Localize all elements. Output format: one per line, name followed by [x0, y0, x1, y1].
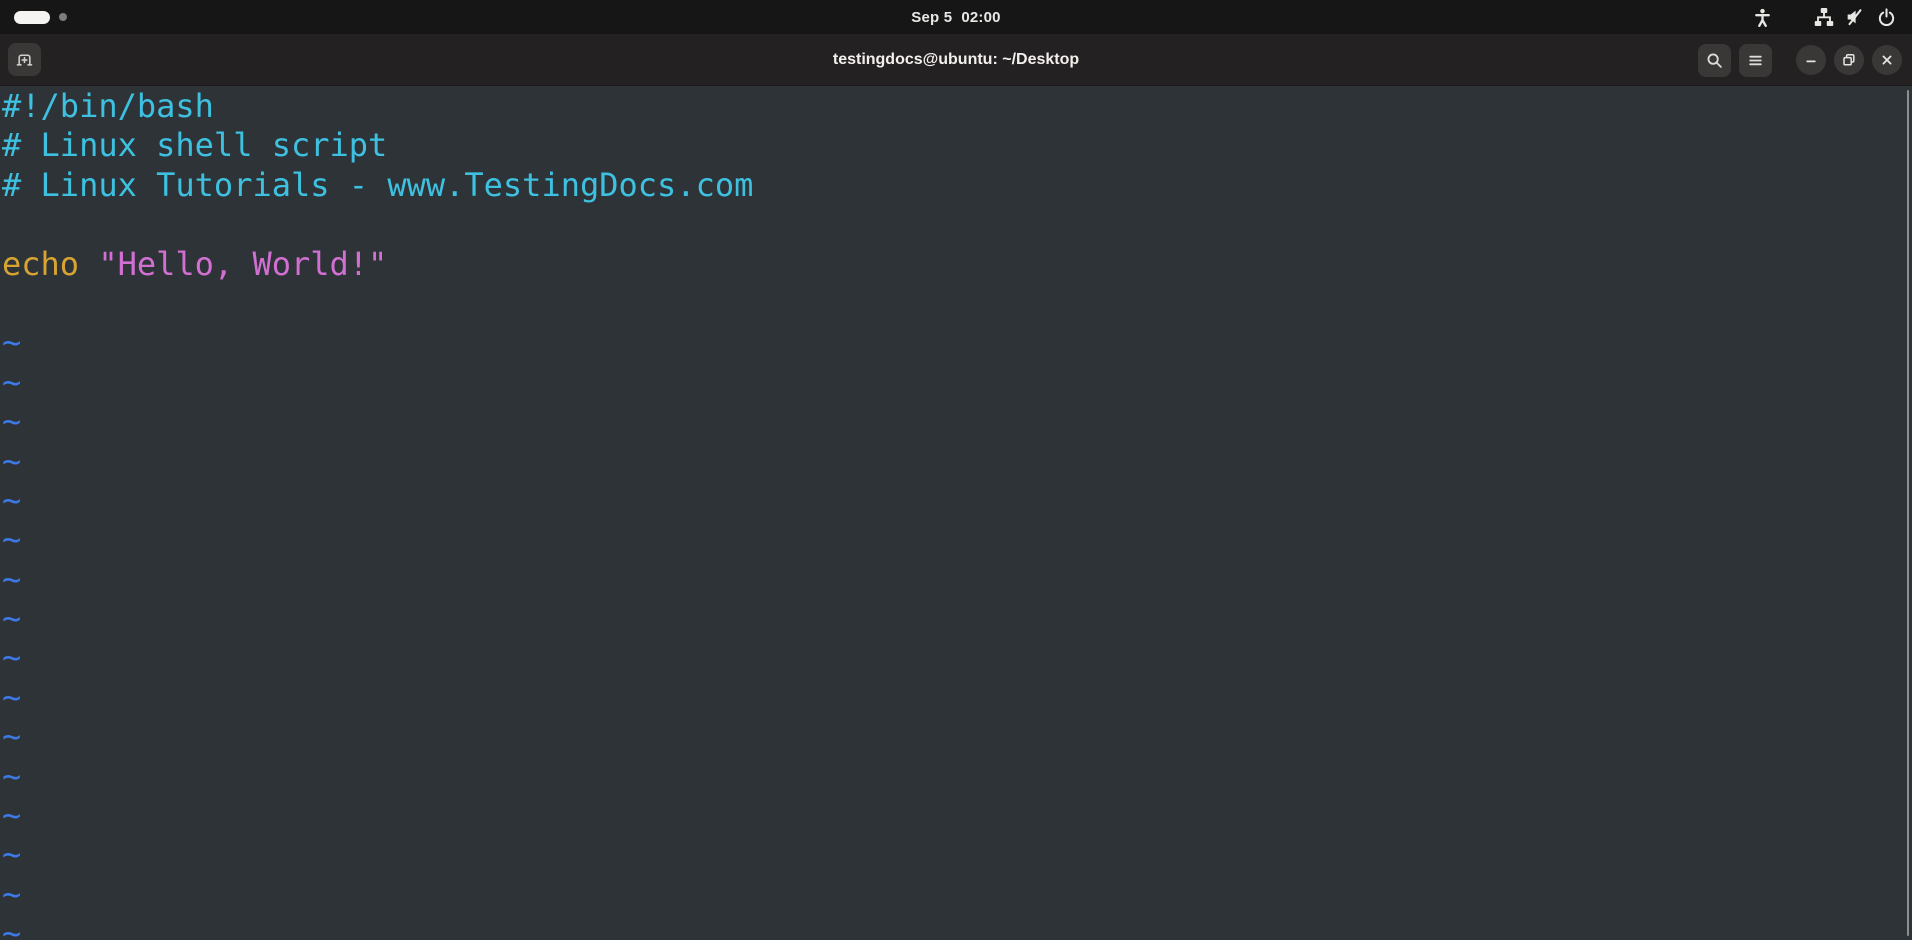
close-icon: [1879, 52, 1895, 68]
restore-window-icon: [1841, 52, 1857, 68]
vim-empty-line: ~: [2, 599, 1912, 638]
hamburger-menu-icon: [1747, 52, 1764, 69]
workspace-dot-inactive[interactable]: [59, 13, 67, 21]
workspace-pill-active[interactable]: [14, 11, 50, 24]
vim-empty-line: ~: [2, 481, 1912, 520]
volume-muted-icon[interactable]: [1844, 6, 1866, 28]
vim-empty-line: ~: [2, 442, 1912, 481]
terminal-line: # Linux shell script: [2, 126, 1912, 165]
menu-button[interactable]: [1739, 44, 1772, 77]
accessibility-icon[interactable]: [1751, 6, 1773, 28]
vim-empty-line: ~: [2, 520, 1912, 559]
power-icon[interactable]: [1875, 6, 1897, 28]
clock-time: 02:00: [961, 9, 1000, 26]
vim-empty-line: ~: [2, 363, 1912, 402]
terminal-titlebar[interactable]: testingdocs@ubuntu: ~/Desktop: [0, 34, 1912, 86]
vim-empty-line: ~: [2, 678, 1912, 717]
terminal-line: echo "Hello, World!": [2, 245, 1912, 284]
terminal-content[interactable]: #!/bin/bash# Linux shell script# Linux T…: [0, 87, 1912, 940]
vim-empty-line: ~: [2, 796, 1912, 835]
terminal-line: [2, 205, 1912, 244]
system-status-area[interactable]: [1751, 0, 1897, 34]
clock-date: Sep 5: [911, 9, 952, 26]
vim-empty-line: ~: [2, 914, 1912, 940]
vim-empty-line: ~: [2, 757, 1912, 796]
clock[interactable]: Sep 5 02:00: [911, 0, 1000, 34]
vim-empty-line: ~: [2, 717, 1912, 756]
vim-empty-line: ~: [2, 875, 1912, 914]
vim-empty-line: ~: [2, 402, 1912, 441]
network-wired-icon[interactable]: [1813, 6, 1835, 28]
vim-empty-line: ~: [2, 323, 1912, 362]
search-icon: [1706, 52, 1723, 69]
minimize-button[interactable]: [1796, 45, 1826, 75]
new-tab-button[interactable]: [8, 43, 41, 76]
terminal-line: # Linux Tutorials - www.TestingDocs.com: [2, 166, 1912, 205]
window-title: testingdocs@ubuntu: ~/Desktop: [833, 51, 1079, 69]
minimize-icon: [1803, 52, 1819, 68]
terminal-scrollbar[interactable]: [1907, 90, 1909, 936]
workspace-indicator[interactable]: [14, 0, 67, 34]
maximize-restore-button[interactable]: [1834, 45, 1864, 75]
close-button[interactable]: [1872, 45, 1902, 75]
vim-empty-line: ~: [2, 560, 1912, 599]
vim-empty-line: ~: [2, 835, 1912, 874]
desktop: Sep 5 02:00: [0, 0, 1912, 940]
vim-empty-line: ~: [2, 638, 1912, 677]
search-button[interactable]: [1698, 44, 1731, 77]
terminal-line: [2, 284, 1912, 323]
new-tab-icon: [16, 51, 33, 68]
terminal-line: #!/bin/bash: [2, 87, 1912, 126]
system-top-bar: Sep 5 02:00: [0, 0, 1912, 34]
